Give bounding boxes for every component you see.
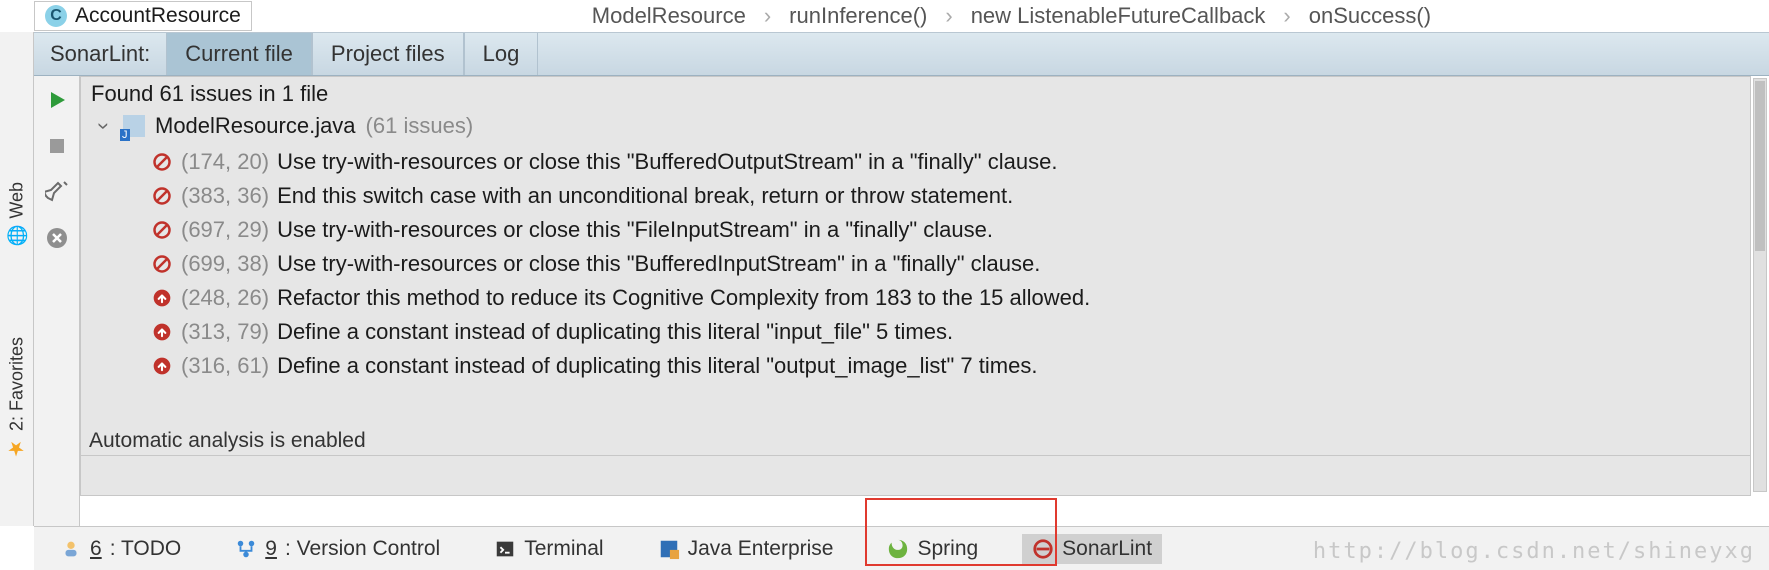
issue-row[interactable]: (697, 29) Use try-with-resources or clos… [151, 213, 1750, 247]
bottom-tab-vcs[interactable]: 9: Version Control [225, 534, 450, 564]
tab-log[interactable]: Log [464, 33, 539, 75]
blocker-icon [151, 151, 173, 173]
issue-location: (383, 36) [181, 183, 269, 209]
status-strip: Automatic analysis is enabled [80, 426, 1751, 456]
file-row[interactable]: › ModelResource.java (61 issues) [81, 109, 1750, 143]
issue-row[interactable]: (313, 79) Define a constant instead of d… [151, 315, 1750, 349]
tab-current-file[interactable]: Current file [166, 33, 312, 75]
run-analysis-button[interactable] [43, 86, 71, 114]
issue-message: Use try-with-resources or close this "Bu… [277, 149, 1057, 175]
issue-message: End this switch case with an uncondition… [277, 183, 1013, 209]
star-icon: ★ [5, 437, 29, 461]
bottom-tab-label: : TODO [110, 537, 182, 561]
stop-button[interactable] [43, 132, 71, 160]
blocker-icon [151, 219, 173, 241]
jee-icon [658, 538, 680, 560]
breadcrumb-item[interactable]: onSuccess() [1309, 3, 1431, 29]
spring-icon [887, 538, 909, 560]
bottom-tab-sonar[interactable]: SonarLint [1022, 534, 1162, 564]
todo-icon [60, 538, 82, 560]
breadcrumb-item[interactable]: new ListenableFutureCallback [971, 3, 1266, 29]
critical-icon [151, 321, 173, 343]
issue-row[interactable]: (383, 36) End this switch case with an u… [151, 179, 1750, 213]
status-text: Automatic analysis is enabled [89, 429, 366, 453]
breadcrumb-item[interactable]: runInference() [789, 3, 927, 29]
vertical-scrollbar[interactable] [1753, 78, 1767, 492]
critical-icon [151, 355, 173, 377]
file-name: ModelResource.java [155, 113, 356, 139]
tool-window-favorites[interactable]: ★ 2: Favorites [5, 337, 29, 461]
issue-message: Use try-with-resources or close this "Fi… [277, 217, 993, 243]
bottom-tab-label: Java Enterprise [688, 537, 834, 561]
issue-row[interactable]: (316, 61) Define a constant instead of d… [151, 349, 1750, 383]
term-icon [494, 538, 516, 560]
breadcrumb: ModelResource › runInference() › new Lis… [592, 3, 1431, 29]
tool-window-web-label: Web [6, 182, 27, 219]
tool-window-favorites-label: 2: Favorites [6, 337, 27, 431]
bottom-tab-label: Terminal [524, 537, 603, 561]
tab-project-files[interactable]: Project files [312, 33, 464, 75]
blocker-icon [151, 253, 173, 275]
issue-row[interactable]: (699, 38) Use try-with-resources or clos… [151, 247, 1750, 281]
file-issue-count: (61 issues) [366, 113, 474, 139]
tab-label: Current file [185, 41, 293, 67]
critical-icon [151, 287, 173, 309]
watermark: http://blog.csdn.net/shineyxg [1313, 539, 1755, 564]
chevron-right-icon: › [764, 3, 771, 29]
issue-row[interactable]: (174, 20) Use try-with-resources or clos… [151, 145, 1750, 179]
issue-message: Define a constant instead of duplicating… [277, 353, 1037, 379]
bottom-tab-label: Spring [917, 537, 978, 561]
bottom-tab-todo[interactable]: 6: TODO [50, 534, 191, 564]
sonarlint-label: SonarLint: [34, 33, 166, 75]
issue-location: (316, 61) [181, 353, 269, 379]
java-file-icon [123, 115, 145, 137]
class-icon: C [45, 5, 67, 27]
issue-location: (313, 79) [181, 319, 269, 345]
vcs-icon [235, 538, 257, 560]
chevron-right-icon: › [1283, 3, 1290, 29]
globe-icon: 🌐 [6, 225, 28, 247]
tab-label: Project files [331, 41, 445, 67]
issues-tool-column [34, 76, 80, 526]
issues-summary: Found 61 issues in 1 file [81, 77, 1750, 109]
class-name: AccountResource [75, 4, 241, 28]
bottom-tab-label: : Version Control [285, 537, 440, 561]
chevron-right-icon: › [945, 3, 952, 29]
tool-window-web[interactable]: 🌐 Web [6, 182, 28, 247]
sonarlint-tabs-bar: SonarLint: Current file Project files Lo… [34, 32, 1769, 76]
bottom-tab-label: SonarLint [1062, 537, 1152, 561]
issue-list: (174, 20) Use try-with-resources or clos… [81, 143, 1750, 383]
sonar-icon [1032, 538, 1054, 560]
bottom-tab-spring[interactable]: Spring [877, 534, 988, 564]
chevron-down-icon[interactable]: › [91, 117, 117, 135]
class-box[interactable]: C AccountResource [34, 1, 252, 31]
blocker-icon [151, 185, 173, 207]
issue-message: Refactor this method to reduce its Cogni… [277, 285, 1090, 311]
issue-message: Define a constant instead of duplicating… [277, 319, 953, 345]
clear-button[interactable] [43, 224, 71, 252]
top-strip: C AccountResource ModelResource › runInf… [34, 0, 1769, 32]
issue-message: Use try-with-resources or close this "Bu… [277, 251, 1040, 277]
tab-label: Log [483, 41, 520, 67]
scrollbar-thumb[interactable] [1755, 81, 1765, 251]
issue-row[interactable]: (248, 26) Refactor this method to reduce… [151, 281, 1750, 315]
bottom-tab-jee[interactable]: Java Enterprise [648, 534, 844, 564]
issue-location: (248, 26) [181, 285, 269, 311]
issue-location: (174, 20) [181, 149, 269, 175]
breadcrumb-item[interactable]: ModelResource [592, 3, 746, 29]
settings-button[interactable] [43, 178, 71, 206]
issue-location: (699, 38) [181, 251, 269, 277]
bottom-tab-term[interactable]: Terminal [484, 534, 613, 564]
left-tool-well: 🌐 Web ★ 2: Favorites [0, 32, 34, 526]
issue-location: (697, 29) [181, 217, 269, 243]
